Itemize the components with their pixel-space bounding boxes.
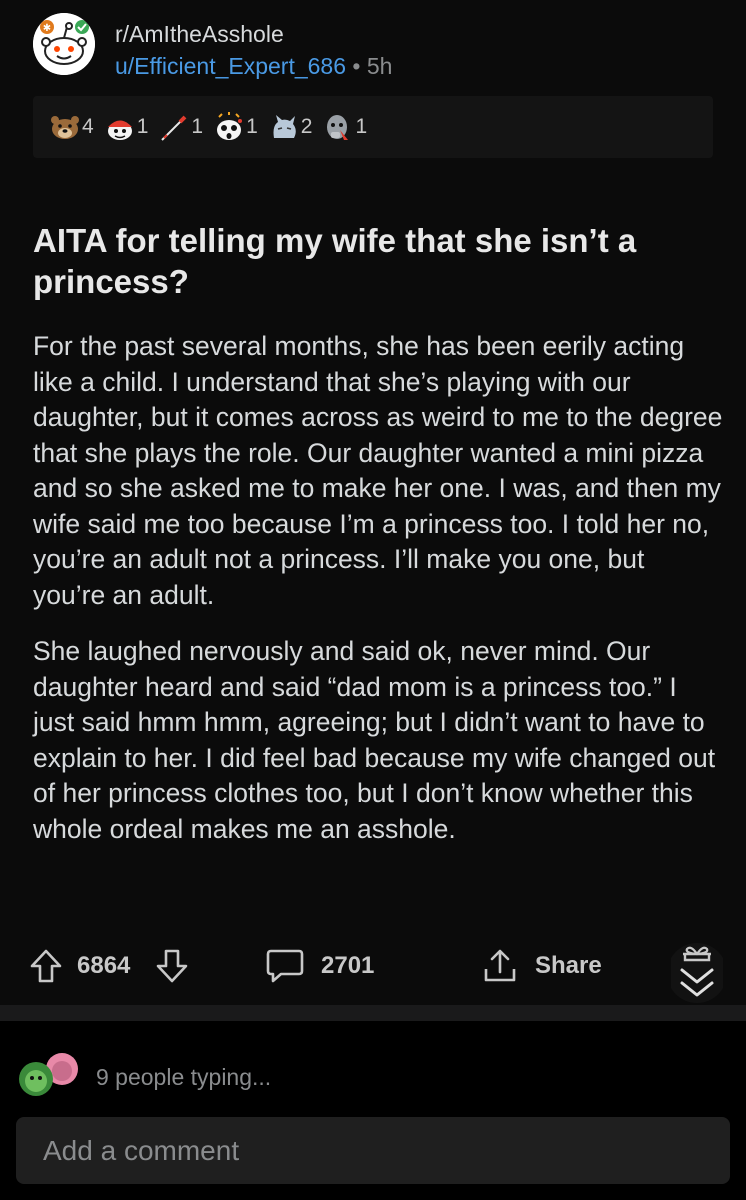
comment-count: 2701 [321, 952, 375, 979]
award-count: 4 [82, 115, 94, 138]
typing-indicator: 9 people typing... [16, 1047, 716, 1107]
snoo-icon: ✱ [33, 13, 95, 75]
post-title: AITA for telling my wife that she isn’t … [33, 222, 637, 300]
awards-bar[interactable]: 4 1 1 1 2 1 [33, 96, 713, 158]
share-label: Share [535, 952, 602, 979]
subreddit-name[interactable]: r/AmItheAsshole [115, 21, 284, 48]
section-divider [0, 1005, 746, 1021]
snoo-helmet-award-icon [107, 120, 132, 140]
downvote-button[interactable] [155, 942, 189, 990]
gift-award-icon [671, 943, 723, 1003]
award-item[interactable]: 1 [158, 112, 203, 142]
facepalm-award-icon [327, 115, 349, 140]
award-count: 1 [246, 115, 258, 138]
upvote-button[interactable] [29, 942, 63, 990]
award-item[interactable]: 1 [322, 112, 367, 142]
award-count: 2 [300, 115, 313, 138]
typing-avatars-icon [19, 1053, 78, 1096]
award-item[interactable]: 2 [268, 112, 313, 142]
award-button[interactable] [671, 940, 723, 1006]
comment-input-container[interactable] [16, 1117, 730, 1184]
post-paragraph: For the past several months, she has bee… [33, 331, 723, 610]
award-item[interactable]: 1 [213, 112, 258, 142]
comment-bubble-icon [266, 949, 304, 983]
downvote-arrow-icon [156, 949, 188, 983]
award-item[interactable]: 1 [104, 112, 149, 142]
share-button[interactable]: Share [481, 942, 602, 990]
author-username[interactable]: u/Efficient_Expert_686 [115, 53, 346, 79]
subreddit-avatar[interactable]: ✱ [33, 13, 95, 75]
post-paragraph: She laughed nervously and said ok, never… [33, 636, 716, 844]
cat-award-icon [273, 115, 296, 138]
comments-button[interactable]: 2701 [265, 942, 374, 990]
vote-count: 6864 [77, 952, 131, 979]
shocked-snoo-award-icon [217, 112, 243, 140]
meta-separator: • [352, 53, 361, 79]
award-item[interactable]: 4 [49, 112, 94, 142]
award-count: 1 [191, 115, 204, 138]
pen-award-icon [161, 115, 187, 141]
comment-input[interactable] [16, 1117, 730, 1184]
award-count: 1 [136, 115, 149, 138]
post-actions-bar: 6864 2701 Share [29, 942, 729, 1003]
svg-text:✱: ✱ [43, 23, 51, 34]
post-body: For the past several months, she has bee… [33, 329, 723, 868]
post-meta: u/Efficient_Expert_686 • 5h [115, 53, 392, 80]
post-card: ✱ r/AmItheAsshole u/Efficient_Expert_686… [0, 0, 746, 1005]
post-time: 5h [366, 53, 393, 79]
bear-award-icon [51, 116, 79, 139]
upvote-arrow-icon [30, 949, 62, 983]
typing-text: 9 people typing... [96, 1064, 272, 1090]
share-icon [484, 949, 516, 982]
award-count: 1 [355, 115, 368, 138]
post-header: ✱ r/AmItheAsshole u/Efficient_Expert_686… [33, 13, 713, 79]
